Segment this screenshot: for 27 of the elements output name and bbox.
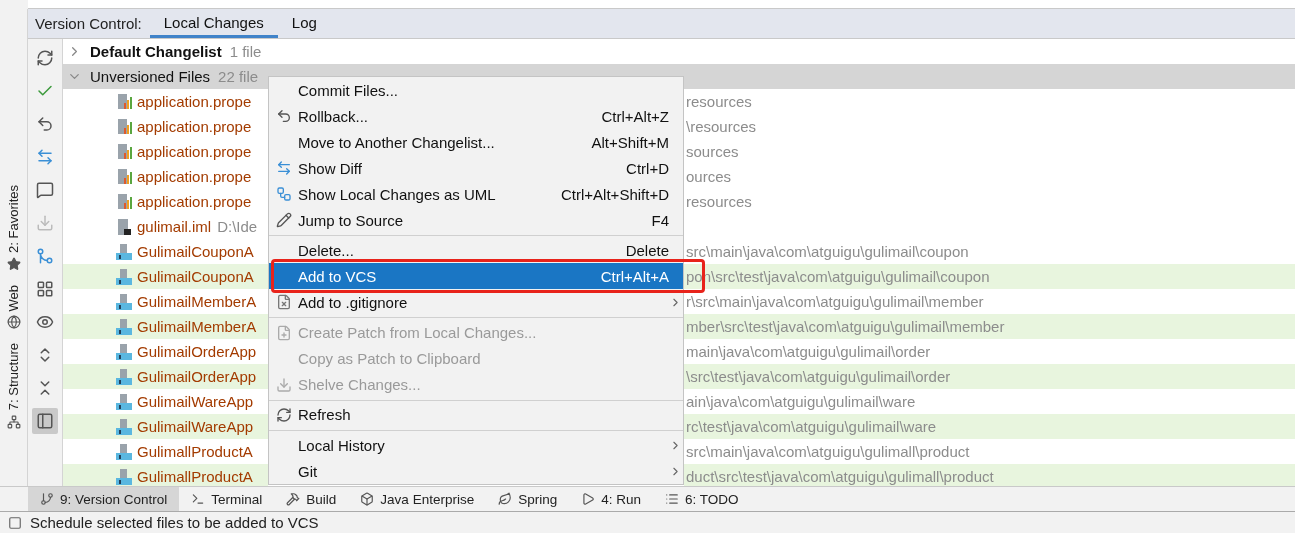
panel-title: Version Control:: [35, 15, 142, 32]
file-path: D:\Ide: [217, 218, 258, 235]
file-name: GulimailWareApp: [137, 418, 254, 435]
file-name: GulimailMemberA: [137, 318, 257, 335]
file-name: GulimallProductA: [137, 443, 253, 460]
file-name: application.prope: [137, 143, 252, 160]
file-name: gulimail.iml: [137, 218, 212, 235]
file-path: \src\test\java\com\atguigu\gulimail\order: [684, 364, 1295, 389]
file-name: GulimailCouponA: [137, 243, 254, 260]
file-name: application.prope: [137, 168, 252, 185]
file-name: application.prope: [137, 193, 252, 210]
file-name: application.prope: [137, 93, 252, 110]
file-name: application.prope: [137, 118, 252, 135]
file-name: GulimailWareApp: [137, 393, 254, 410]
changelist-name: Default Changelist: [90, 43, 222, 60]
file-path: mber\src\test\java\com\atguigu\gulimail\member: [684, 314, 1295, 339]
file-name: GulimailOrderApp: [137, 343, 257, 360]
file-name: GulimailMemberA: [137, 293, 257, 310]
status-message: Schedule selected files to be added to VCS: [30, 514, 319, 531]
file-path: duct\src\test\java\com\atguigu\gulimall\product: [684, 464, 1295, 486]
file-count: 22 file: [218, 68, 259, 85]
changelist-name: Unversioned Files: [90, 68, 211, 85]
file-path: rc\test\java\com\atguigu\gulimail\ware: [684, 414, 1295, 439]
file-name: GulimailOrderApp: [137, 368, 257, 385]
file-count: 1 file: [229, 43, 262, 60]
file-name: GulimailCouponA: [137, 268, 254, 285]
file-name: GulimallProductA: [137, 468, 253, 485]
